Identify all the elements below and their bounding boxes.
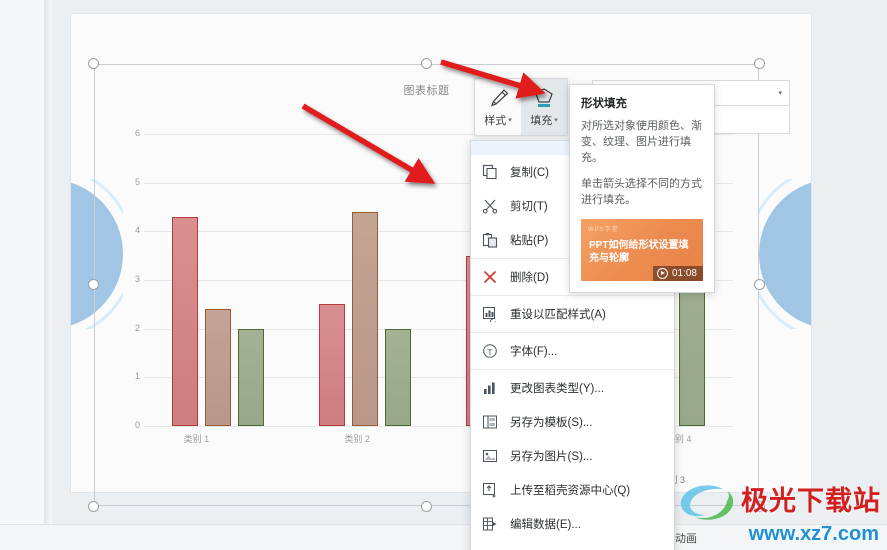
context-menu-item-label: 上传至稻壳资源中心(Q)	[510, 485, 631, 497]
reset-style-icon	[481, 305, 499, 323]
selection-handle-middle-left[interactable]	[88, 279, 99, 290]
bar-group[interactable]	[144, 134, 291, 426]
context-menu-item-label: 另存为模板(S)...	[510, 417, 593, 429]
pane-divider-shadow	[44, 0, 52, 550]
fill-button[interactable]: 填充 ▾	[521, 79, 567, 135]
tooltip-paragraph: 对所选对象使用颜色、渐变、纹理、图片进行填充。	[581, 120, 702, 164]
fill-shape-icon	[530, 84, 558, 112]
play-circle-icon	[656, 267, 668, 279]
svg-text:T: T	[488, 347, 493, 356]
context-menu-item-label: 编辑数据(E)...	[510, 519, 581, 531]
context-menu-item-label: 粘贴(P)	[510, 235, 549, 247]
y-axis-tick-label: 0	[134, 420, 140, 430]
y-axis-tick-label: 5	[134, 176, 140, 187]
scissors-icon	[481, 197, 499, 215]
video-duration-label: 01:08	[671, 267, 697, 279]
context-menu-item-label: 字体(F)...	[510, 346, 558, 358]
selection-handle-bottom-center[interactable]	[420, 501, 432, 512]
tooltip-paragraph: 单击箭头选择不同的方式进行填充。	[581, 177, 702, 206]
y-axis-tick-label: 1	[134, 371, 140, 382]
bar[interactable]	[204, 309, 231, 426]
context-menu-item[interactable]: T 字体(F)...	[471, 334, 674, 368]
selection-handle-bottom-left[interactable]	[88, 501, 99, 512]
bar[interactable]	[384, 328, 411, 426]
context-menu-item[interactable]: 编辑数据(E)...	[471, 507, 674, 541]
context-menu-item[interactable]: 重设以匹配样式(A)	[471, 297, 674, 331]
x-axis-label: 类别 2	[344, 434, 370, 444]
chevron-down-icon: ▾	[778, 90, 782, 97]
y-axis-tick-label: 3	[134, 274, 140, 284]
x-axis-label: 类别 1	[183, 434, 210, 444]
context-menu-item-label: 删除(D)	[510, 272, 549, 284]
save-image-icon	[481, 447, 499, 465]
context-menu-item-label: 剪切(T)	[510, 201, 548, 213]
context-menu-item-label: 更改图表类型(Y)...	[510, 383, 604, 395]
bar[interactable]	[351, 211, 378, 426]
context-menu-item-label: 重设以匹配样式(A)	[510, 309, 606, 321]
video-brand-label: WPS学堂	[588, 226, 619, 233]
selection-handle-top-center[interactable]	[420, 58, 432, 69]
selection-handle-top-left[interactable]	[88, 58, 99, 69]
copy-icon	[481, 163, 499, 181]
video-title: PPT如何给形状设置填充与轮廓	[589, 239, 689, 264]
style-button[interactable]: 样式 ▾	[475, 79, 521, 135]
style-button-labelwrap: 样式 ▾	[484, 112, 512, 128]
tooltip-video-card[interactable]: WPS学堂 PPT如何给形状设置填充与轮廓 01:08	[581, 218, 703, 281]
upload-icon	[481, 481, 499, 499]
bar[interactable]	[171, 216, 198, 426]
tooltip-title: 形状填充	[581, 98, 627, 110]
paste-icon	[481, 231, 499, 249]
context-menu-separator	[471, 332, 674, 333]
y-axis-tick-label: 4	[134, 225, 140, 236]
context-menu-item[interactable]: 另存为模板(S)...	[471, 405, 674, 439]
save-template-icon	[481, 413, 499, 431]
context-menu-separator	[471, 295, 674, 296]
edit-data-icon	[481, 515, 499, 533]
y-axis-tick-label: 6	[134, 128, 140, 138]
floating-mini-toolbar[interactable]: 样式 ▾ 填充 ▾	[474, 78, 568, 136]
context-menu-item-label: 另存为图片(S)...	[510, 451, 593, 463]
context-menu-item[interactable]: 选择数据(E)...	[471, 541, 674, 550]
status-bar[interactable]: 下载 ☆ 演示动画	[0, 524, 887, 550]
context-menu-item-label: 复制(C)	[510, 167, 549, 179]
chevron-down-icon[interactable]: ▾	[554, 116, 558, 124]
left-pane	[0, 0, 50, 550]
fill-tooltip: 形状填充 对所选对象使用颜色、渐变、纹理、图片进行填充。 单击箭头选择不同的方式…	[569, 84, 715, 293]
chevron-down-icon[interactable]: ▾	[508, 116, 512, 124]
bar[interactable]	[237, 328, 264, 426]
fill-button-label: 填充	[530, 115, 553, 127]
bar[interactable]	[318, 304, 345, 426]
brush-icon	[485, 84, 511, 112]
delete-x-icon	[481, 268, 499, 286]
context-menu-item[interactable]: 另存为图片(S)...	[471, 439, 674, 473]
context-menu-separator	[471, 369, 674, 370]
video-duration-badge[interactable]: 01:08	[652, 265, 703, 281]
y-axis-tick-label: 2	[134, 322, 140, 333]
context-menu-item[interactable]: 更改图表类型(Y)...	[471, 371, 674, 405]
selection-handle-bottom-right[interactable]	[754, 501, 765, 512]
tooltip-body: 对所选对象使用颜色、渐变、纹理、图片进行填充。 单击箭头选择不同的方式进行填充。	[581, 119, 703, 209]
wps-presentation-window: 图表标题 0123456 类别 1类别 2类别 3类别 4 系列 1系列 2系列…	[0, 0, 887, 550]
style-button-label: 样式	[484, 115, 507, 127]
selection-handle-top-right[interactable]	[754, 58, 765, 69]
bar-group[interactable]	[291, 134, 438, 426]
selection-handle-middle-right[interactable]	[754, 279, 765, 290]
chart-type-icon	[481, 379, 499, 397]
decorative-shape-right	[759, 179, 811, 329]
font-icon: T	[481, 342, 499, 360]
fill-button-labelwrap: 填充 ▾	[530, 112, 558, 128]
context-menu-item[interactable]: 上传至稻壳资源中心(Q)	[471, 473, 674, 507]
